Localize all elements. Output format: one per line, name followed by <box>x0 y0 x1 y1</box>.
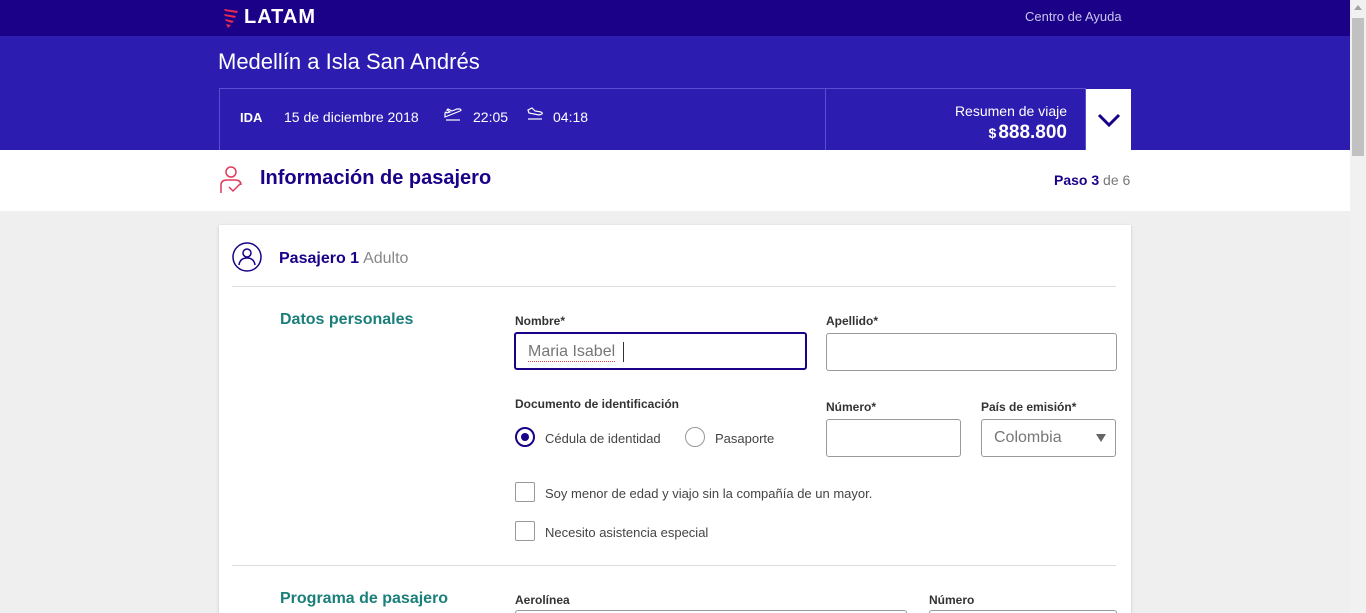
trip-price: $888.800 <box>989 122 1067 144</box>
menor-checkbox-label[interactable]: Soy menor de edad y viajo sin la compañí… <box>545 486 872 501</box>
trip-summary[interactable]: Resumen de viaje $888.800 <box>826 88 1086 150</box>
apellido-label: Apellido* <box>826 314 879 328</box>
divider <box>232 286 1116 287</box>
step-de-label: de <box>1103 172 1119 188</box>
pais-label: País de emisión* <box>981 400 1077 414</box>
page-scrollbar[interactable] <box>1350 0 1366 613</box>
aerolinea-label: Aerolínea <box>515 593 570 607</box>
numero-field[interactable] <box>826 419 961 457</box>
nombre-value: Maria Isabel <box>528 343 616 362</box>
apellido-field[interactable] <box>826 333 1117 371</box>
latam-logo-icon <box>224 8 238 28</box>
divider <box>232 565 1116 566</box>
scroll-up-arrow-icon[interactable] <box>1354 5 1362 10</box>
pasaporte-radio[interactable] <box>685 427 705 447</box>
step-counter: Paso 3 de 6 <box>1054 172 1130 188</box>
route-title: Medellín a Isla San Andrés <box>218 49 480 74</box>
latam-logo[interactable]: LATAM <box>222 6 316 29</box>
cedula-radio[interactable] <box>515 427 535 447</box>
departure-time: 22:05 <box>473 109 509 125</box>
arrival-time: 04:18 <box>553 109 589 125</box>
takeoff-icon <box>444 108 462 121</box>
passenger-heading: Pasajero 1 Adulto <box>279 250 408 268</box>
scrollbar-thumb[interactable] <box>1352 18 1364 156</box>
asistencia-checkbox-label[interactable]: Necesito asistencia especial <box>545 525 708 540</box>
program-numero-label: Número <box>929 593 975 607</box>
step-bar: Información de pasajero Paso 3 de 6 <box>0 150 1350 211</box>
currency-symbol: $ <box>988 125 997 141</box>
step-total: 6 <box>1122 172 1131 188</box>
documento-label: Documento de identificación <box>515 397 680 411</box>
passenger-type: Adulto <box>363 250 409 267</box>
nombre-field[interactable]: Maria Isabel <box>514 332 807 370</box>
numero-label: Número* <box>826 400 877 414</box>
price-value: 888.800 <box>998 122 1067 143</box>
text-caret <box>623 342 624 362</box>
chevron-down-icon <box>1097 113 1120 127</box>
personal-data-title: Datos personales <box>280 311 414 328</box>
landing-icon <box>527 107 543 120</box>
cedula-radio-label[interactable]: Cédula de identidad <box>545 431 661 446</box>
pais-value: Colombia <box>994 429 1062 446</box>
help-center-link[interactable]: Centro de Ayuda <box>1025 9 1122 24</box>
trip-header: Medellín a Isla San Andrés IDA 15 de dic… <box>0 36 1350 150</box>
summary-toggle-button[interactable] <box>1086 89 1131 150</box>
passenger-number: Pasajero 1 <box>279 250 360 267</box>
top-bar: LATAM Centro de Ayuda <box>0 0 1350 36</box>
passenger-program-title: Programa de pasajero <box>280 590 449 607</box>
step-paso-label: Paso <box>1054 172 1088 188</box>
nombre-label: Nombre* <box>515 314 566 328</box>
menor-checkbox[interactable] <box>515 482 535 502</box>
flight-summary: IDA 15 de diciembre 2018 22:05 04:18 <box>219 88 826 150</box>
flight-date: 15 de diciembre 2018 <box>284 109 419 125</box>
pais-select[interactable]: Colombia <box>981 419 1116 457</box>
pasaporte-radio-label[interactable]: Pasaporte <box>715 431 774 446</box>
page-title: Información de pasajero <box>260 167 492 189</box>
step-current: 3 <box>1091 172 1100 188</box>
passenger-avatar-icon <box>232 242 262 272</box>
passenger-card: Pasajero 1 Adulto Datos personales Nombre… <box>219 225 1131 613</box>
trip-summary-label: Resumen de viaje <box>954 103 1067 119</box>
dropdown-arrow-icon <box>1096 434 1106 442</box>
asistencia-checkbox[interactable] <box>515 521 535 541</box>
passenger-check-icon <box>220 166 242 193</box>
brand-name: LATAM <box>244 6 317 28</box>
flight-direction: IDA <box>240 110 263 125</box>
